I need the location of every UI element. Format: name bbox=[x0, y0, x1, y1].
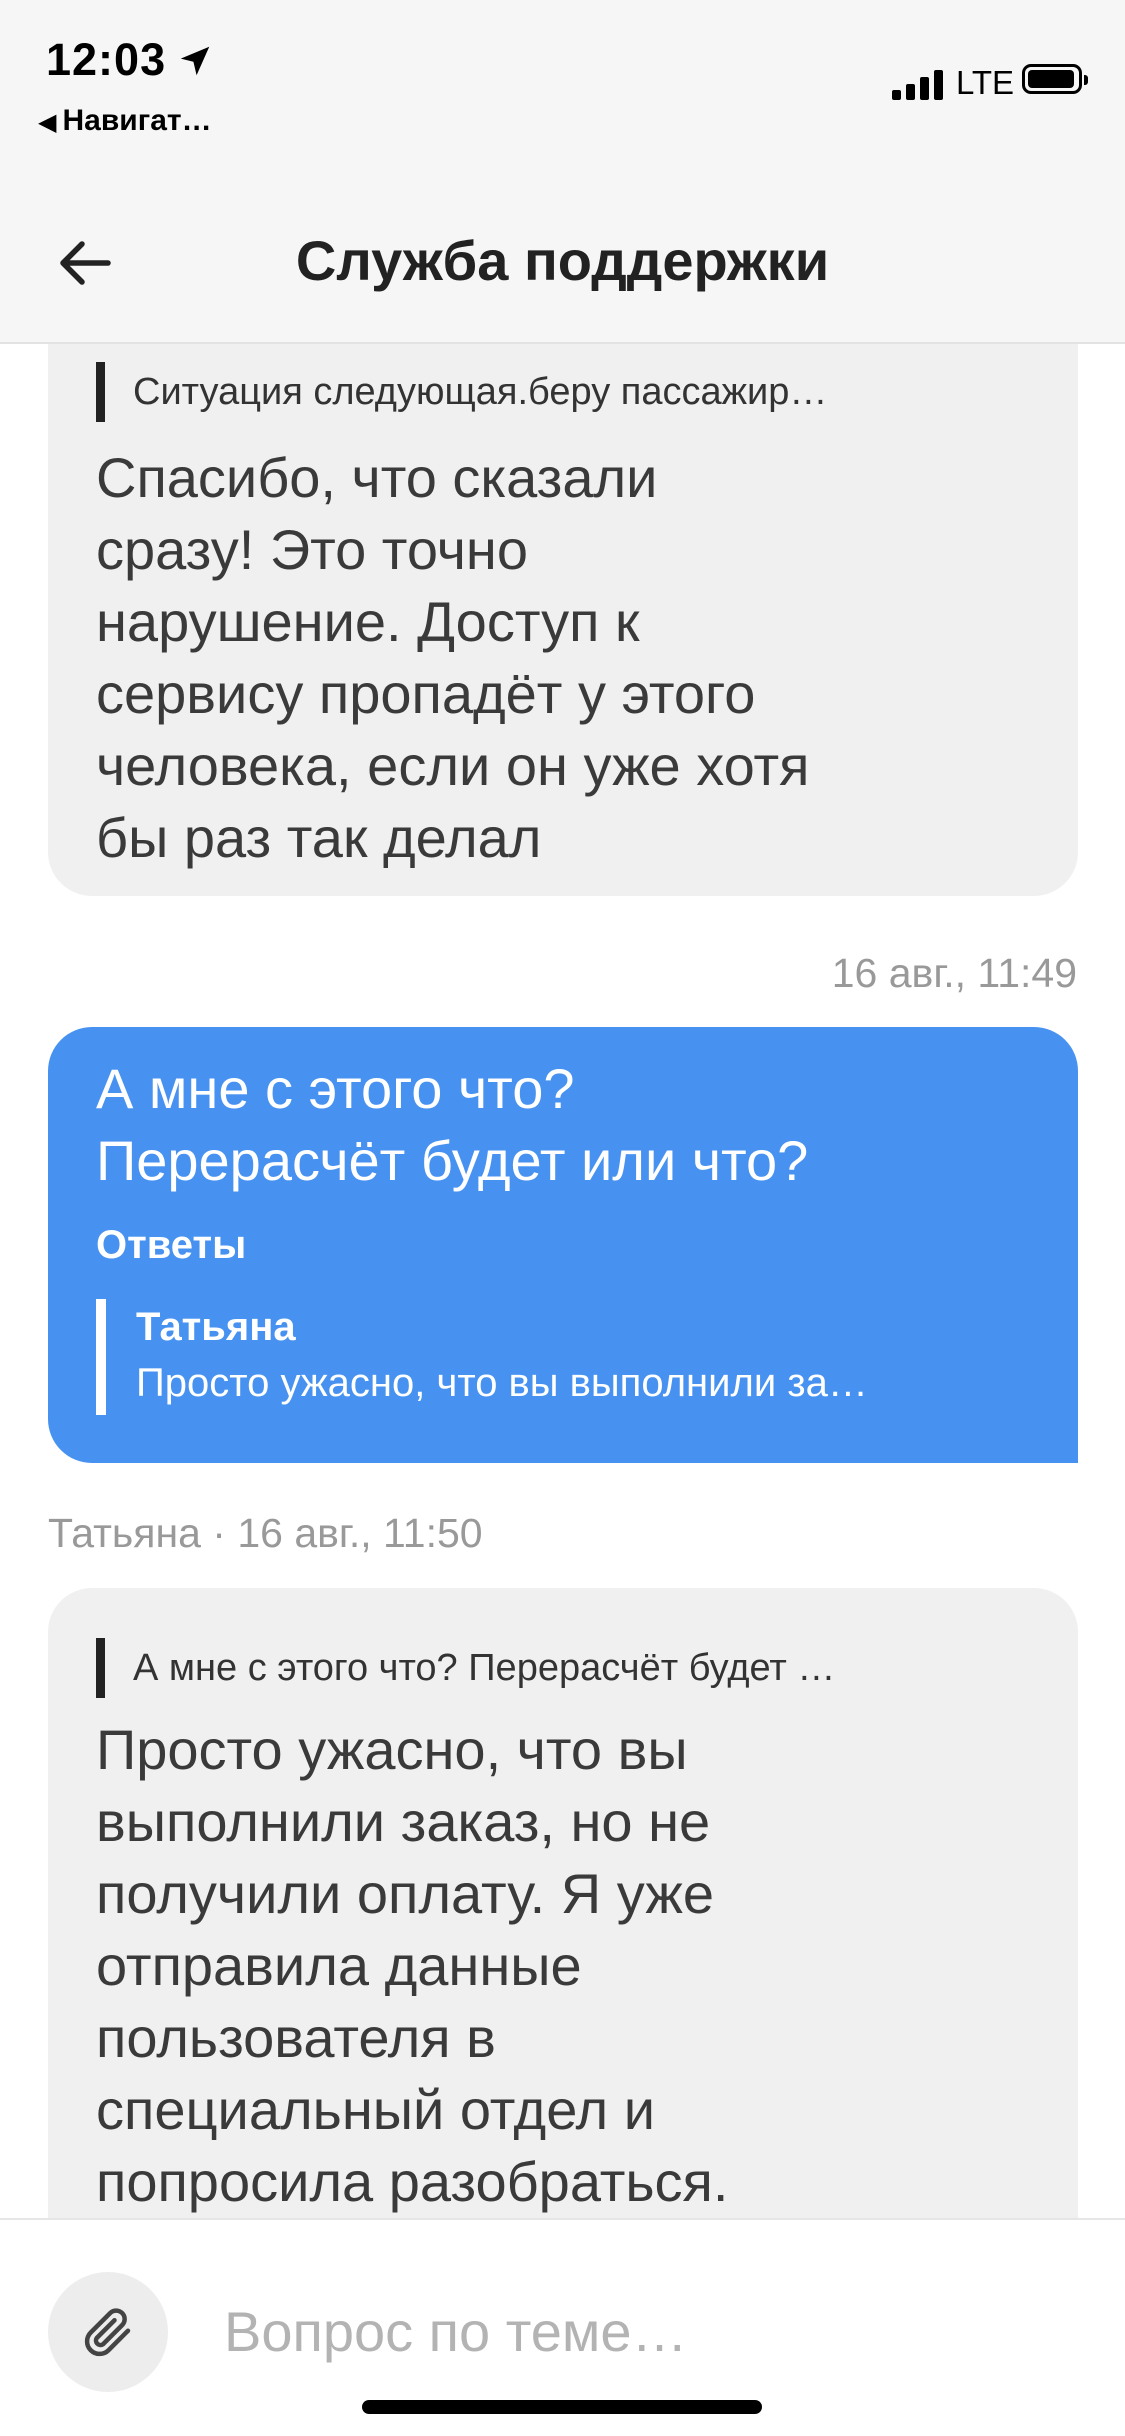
message-line: Просто ужасно, что вы bbox=[96, 1718, 688, 1781]
back-to-app-link[interactable]: ◀ Навигат… bbox=[38, 104, 212, 138]
reply-author: Татьяна bbox=[136, 1305, 296, 1349]
status-time: 12:03 bbox=[46, 34, 167, 85]
message-line: Перерасчёт будет или что? bbox=[96, 1129, 809, 1192]
page-title: Служба поддержки bbox=[295, 229, 830, 292]
message-text: Спасибо, что сказали сразу! Это точно на… bbox=[96, 442, 996, 874]
message-line: человека, если он уже хотя bbox=[96, 734, 810, 797]
message-line: нарушение. Доступ к bbox=[96, 590, 640, 653]
battery-icon bbox=[1022, 64, 1088, 94]
message-line: Спасибо, что сказали bbox=[96, 446, 658, 509]
message-sender-meta: Татьяна · 16 авг., 11:50 bbox=[48, 1510, 483, 1556]
incoming-message-bubble[interactable]: Ситуация следующая.беру пассажир… Спасиб… bbox=[48, 344, 1078, 896]
message-line: получили оплату. Я уже bbox=[96, 1862, 714, 1925]
message-text: А мне с этого что? Перерасчёт будет или … bbox=[96, 1053, 996, 1197]
network-type: LTE bbox=[956, 64, 1015, 101]
back-app-label: Навигат… bbox=[62, 104, 212, 137]
message-line: сразу! Это точно bbox=[96, 518, 528, 581]
message-line: пользователя в bbox=[96, 2006, 496, 2069]
support-chat-screen: 12:03 ◀ Навигат… LTE Служба поддержки Сит… bbox=[0, 0, 1125, 2436]
message-line: бы раз так делал bbox=[96, 806, 542, 869]
message-line: специальный отдел и bbox=[96, 2078, 656, 2141]
status-bar: 12:03 ◀ Навигат… LTE bbox=[0, 0, 1125, 200]
nav-header: Служба поддержки bbox=[0, 200, 1125, 344]
message-line: попросила разобраться. bbox=[96, 2150, 729, 2213]
incoming-message-bubble[interactable]: А мне с этого что? Перерасчёт будет … Пр… bbox=[48, 1588, 1078, 2220]
quoted-message[interactable]: Ситуация следующая.беру пассажир… bbox=[96, 362, 1003, 422]
message-line: выполнили заказ, но не bbox=[96, 1790, 711, 1853]
quoted-message[interactable]: А мне с этого что? Перерасчёт будет … bbox=[96, 1638, 1003, 1698]
cellular-signal-icon bbox=[892, 68, 946, 100]
message-list[interactable]: Ситуация следующая.беру пассажир… Спасиб… bbox=[0, 344, 1125, 2220]
answers-label: Ответы bbox=[96, 1223, 247, 1267]
message-line: А мне с этого что? bbox=[96, 1057, 575, 1120]
message-composer: Вопрос по теме… bbox=[0, 2218, 1125, 2436]
back-triangle-icon: ◀ bbox=[38, 109, 57, 136]
message-text: Просто ужасно, что вы выполнили заказ, н… bbox=[96, 1714, 996, 2218]
home-indicator bbox=[362, 2400, 762, 2414]
message-timestamp: 16 авг., 11:49 bbox=[831, 950, 1077, 996]
message-line: сервису пропадёт у этого bbox=[96, 662, 756, 725]
paperclip-icon bbox=[84, 2308, 131, 2357]
reply-text: Просто ужасно, что вы выполнили за… bbox=[136, 1361, 868, 1405]
reply-preview[interactable]: Татьяна Просто ужасно, что вы выполнили … bbox=[96, 1299, 976, 1415]
location-arrow-icon bbox=[180, 46, 210, 76]
outgoing-message-bubble[interactable]: А мне с этого что? Перерасчёт будет или … bbox=[48, 1027, 1078, 1463]
attach-button[interactable] bbox=[48, 2272, 168, 2392]
message-input[interactable]: Вопрос по теме… bbox=[224, 2290, 1064, 2374]
message-line: отправила данные bbox=[96, 1934, 582, 1997]
